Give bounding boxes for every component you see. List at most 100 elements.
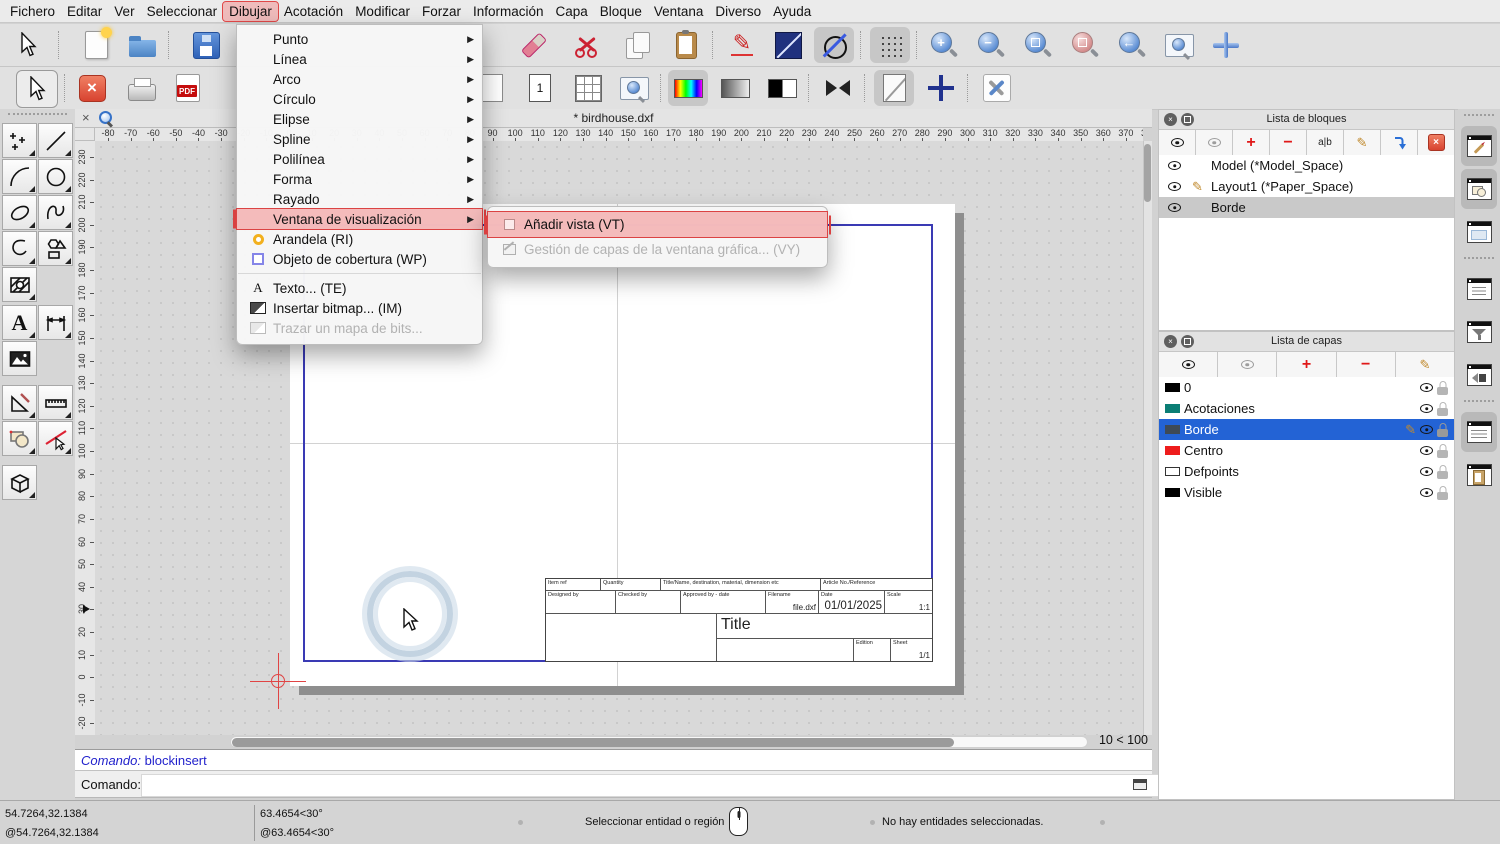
eye-icon[interactable] bbox=[1168, 203, 1181, 212]
paste-button[interactable] bbox=[666, 27, 706, 63]
dock-command-window-button[interactable] bbox=[1461, 412, 1497, 452]
eye-icon[interactable] bbox=[1168, 182, 1181, 191]
eye-icon[interactable] bbox=[1168, 161, 1181, 170]
horizontal-scrollbar-thumb[interactable] bbox=[232, 737, 954, 747]
dock-projection-window-button[interactable] bbox=[1461, 355, 1497, 395]
palette-grip[interactable] bbox=[8, 113, 67, 121]
menu-ventana[interactable]: Ventana bbox=[648, 2, 710, 21]
layer-visibility-eye-icon[interactable] bbox=[1420, 467, 1433, 476]
menu-item-insertar-bitmap-im[interactable]: Insertar bitmap... (IM) bbox=[237, 298, 482, 318]
menu-información[interactable]: Información bbox=[467, 2, 550, 21]
edit-block-button[interactable]: ✎ bbox=[1344, 130, 1381, 155]
dock-grip[interactable] bbox=[1464, 114, 1494, 121]
menu-forzar[interactable]: Forzar bbox=[416, 2, 467, 21]
block-row-model-model-space[interactable]: Model (*Model_Space) bbox=[1159, 155, 1454, 176]
block-visibility-slot[interactable] bbox=[1165, 161, 1184, 170]
default-entity-button[interactable] bbox=[814, 27, 854, 63]
menu-diverso[interactable]: Diverso bbox=[709, 2, 767, 21]
block-row-layout1-paper-space[interactable]: ✎ Layout1 (*Paper_Space) bbox=[1159, 176, 1454, 197]
color-view-button[interactable] bbox=[668, 70, 708, 106]
points-tool-button[interactable] bbox=[2, 123, 37, 158]
close-drawing-button[interactable]: × bbox=[72, 70, 112, 106]
layer-row-defpoints[interactable]: Defpoints bbox=[1159, 461, 1454, 482]
dock-clipboard-window-button[interactable] bbox=[1461, 455, 1497, 495]
dock-blank-window-button[interactable] bbox=[1461, 212, 1497, 252]
layer-row-centro[interactable]: Centro bbox=[1159, 440, 1454, 461]
layer-visibility-eye-icon[interactable] bbox=[1420, 383, 1433, 392]
dock-list-window-button[interactable] bbox=[1461, 269, 1497, 309]
menu-dibujar[interactable]: Dibujar bbox=[222, 0, 279, 22]
rename-block-button[interactable]: a|b bbox=[1307, 130, 1344, 155]
menu-item-spline[interactable]: Spline ▶ bbox=[237, 129, 482, 149]
remove-layer-button[interactable]: − bbox=[1336, 352, 1396, 377]
menu-acotación[interactable]: Acotación bbox=[278, 2, 349, 21]
remove-block-button[interactable]: − bbox=[1270, 130, 1307, 155]
menu-item-rayado[interactable]: Rayado ▶ bbox=[237, 189, 482, 209]
layer-lock-icon[interactable] bbox=[1437, 491, 1448, 500]
page-grid-button[interactable] bbox=[568, 70, 608, 106]
spline-tool-button[interactable] bbox=[38, 195, 73, 230]
menu-item-círculo[interactable]: Círculo ▶ bbox=[237, 89, 482, 109]
submenu-item-añadir-vista-vt[interactable]: Añadir vista (VT) bbox=[487, 211, 828, 238]
zoom-previous-button[interactable]: ← bbox=[1112, 27, 1152, 63]
line-tool-button[interactable] bbox=[38, 123, 73, 158]
layer-visibility-eye-icon[interactable] bbox=[1420, 425, 1433, 434]
menu-seleccionar[interactable]: Seleccionar bbox=[141, 2, 224, 21]
grayscale-view-button[interactable] bbox=[715, 70, 755, 106]
menu-item-polilínea[interactable]: Polilínea ▶ bbox=[237, 149, 482, 169]
layer-visibility-eye-icon[interactable] bbox=[1420, 446, 1433, 455]
blackwhite-view-button[interactable] bbox=[762, 70, 802, 106]
zoom-in-button[interactable]: + bbox=[924, 27, 964, 63]
float-panel-icon[interactable] bbox=[1181, 335, 1194, 348]
grid-toggle-button[interactable] bbox=[870, 27, 910, 63]
draft-bowtie-button[interactable] bbox=[818, 70, 858, 106]
menu-fichero[interactable]: Fichero bbox=[4, 2, 61, 21]
polyline-tool-button[interactable] bbox=[2, 231, 37, 266]
close-panel-icon[interactable]: × bbox=[1164, 335, 1177, 348]
expand-command-history-button[interactable] bbox=[1133, 779, 1147, 790]
tool-options-button[interactable] bbox=[977, 70, 1017, 106]
layer-row-borde[interactable]: Borde ✎ bbox=[1159, 419, 1454, 440]
menu-item-trazar-un-mapa-de-bits[interactable]: Trazar un mapa de bits... bbox=[237, 318, 482, 338]
menu-bloque[interactable]: Bloque bbox=[594, 2, 648, 21]
layer-visibility-eye-icon[interactable] bbox=[1420, 488, 1433, 497]
layer-row-0[interactable]: 0 bbox=[1159, 377, 1454, 398]
print-button[interactable] bbox=[122, 70, 162, 106]
menu-ayuda[interactable]: Ayuda bbox=[767, 2, 817, 21]
block-visibility-slot[interactable] bbox=[1165, 182, 1184, 191]
delete-block-button[interactable]: × bbox=[1418, 130, 1454, 155]
menu-item-punto[interactable]: Punto ▶ bbox=[237, 29, 482, 49]
image-tool-button[interactable] bbox=[2, 341, 37, 376]
hide-all-layers-button[interactable] bbox=[1218, 352, 1278, 377]
float-panel-icon[interactable] bbox=[1181, 113, 1194, 126]
show-all-blocks-button[interactable] bbox=[1159, 130, 1196, 155]
dock-filter-window-button[interactable] bbox=[1461, 312, 1497, 352]
draft-mode-button[interactable] bbox=[874, 70, 914, 106]
layer-row-visible[interactable]: Visible bbox=[1159, 482, 1454, 503]
open-document-button[interactable] bbox=[122, 27, 162, 63]
zoom-window-button[interactable] bbox=[1159, 27, 1199, 63]
ellipse-tool-button[interactable] bbox=[2, 195, 37, 230]
close-panel-icon[interactable]: × bbox=[1164, 113, 1177, 126]
layer-lock-icon[interactable] bbox=[1437, 386, 1448, 395]
menu-editar[interactable]: Editar bbox=[61, 2, 108, 21]
measure-tool-button[interactable] bbox=[38, 385, 73, 420]
zoom-out-button[interactable]: − bbox=[971, 27, 1011, 63]
draw-pencil-button[interactable]: ✎ bbox=[722, 27, 762, 63]
zoom-selection-button[interactable] bbox=[1065, 27, 1105, 63]
menu-item-objeto-de-cobertura-wp[interactable]: Objeto de cobertura (WP) bbox=[237, 249, 482, 269]
menu-ver[interactable]: Ver bbox=[108, 2, 140, 21]
edit-layer-button[interactable]: ✎ bbox=[1395, 352, 1455, 377]
zoom-page-button[interactable] bbox=[614, 70, 654, 106]
dock-pen-window-button[interactable] bbox=[1461, 126, 1497, 166]
zoom-pan-button[interactable] bbox=[1206, 27, 1246, 63]
shapes-tool-button[interactable] bbox=[38, 231, 73, 266]
add-layer-button[interactable]: + bbox=[1277, 352, 1337, 377]
copy-button[interactable] bbox=[618, 27, 658, 63]
eraser-button[interactable] bbox=[514, 27, 554, 63]
layer-visibility-eye-icon[interactable] bbox=[1420, 404, 1433, 413]
layer-lock-icon[interactable] bbox=[1437, 407, 1448, 416]
menu-item-línea[interactable]: Línea ▶ bbox=[237, 49, 482, 69]
show-all-layers-button[interactable] bbox=[1159, 352, 1219, 377]
hide-all-blocks-button[interactable] bbox=[1196, 130, 1233, 155]
